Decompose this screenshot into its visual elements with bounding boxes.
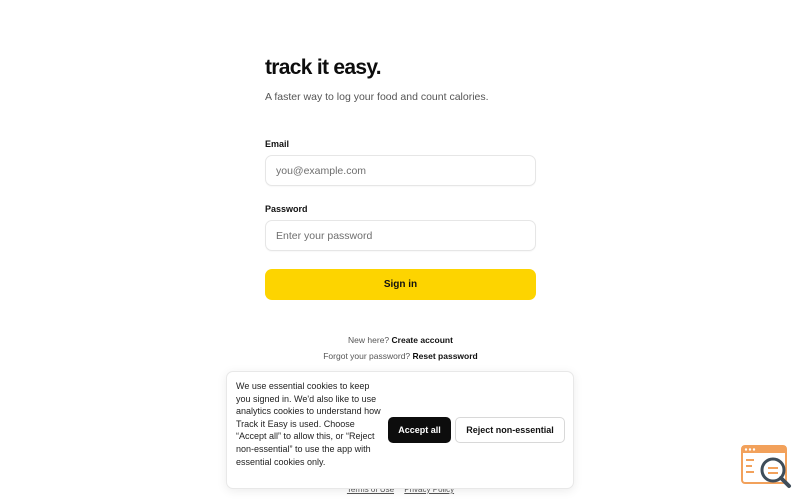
reset-password-link[interactable]: Reset password [413,351,478,361]
password-field[interactable] [265,220,536,251]
new-here-text: New here? [348,335,390,345]
forgot-password-text: Forgot your password? [323,351,411,361]
cookie-banner: We use essential cookies to keep you sig… [226,371,574,489]
reject-non-essential-button[interactable]: Reject non-essential [455,417,565,443]
brand-tagline: A faster way to log your food and count … [265,91,489,103]
email-field[interactable] [265,155,536,186]
cookie-message: We use essential cookies to keep you sig… [236,381,381,467]
password-label: Password [265,204,308,214]
brand-title: track it easy. [265,56,382,79]
reset-password-row: Forgot your password? Reset password [265,351,536,361]
email-label: Email [265,139,290,149]
accept-all-button[interactable]: Accept all [388,417,451,443]
sign-in-button[interactable]: Sign in [265,269,536,300]
create-account-row: New here? Create account [265,335,536,345]
create-account-link[interactable]: Create account [392,335,453,345]
search-magnifier-icon[interactable] [740,444,792,490]
